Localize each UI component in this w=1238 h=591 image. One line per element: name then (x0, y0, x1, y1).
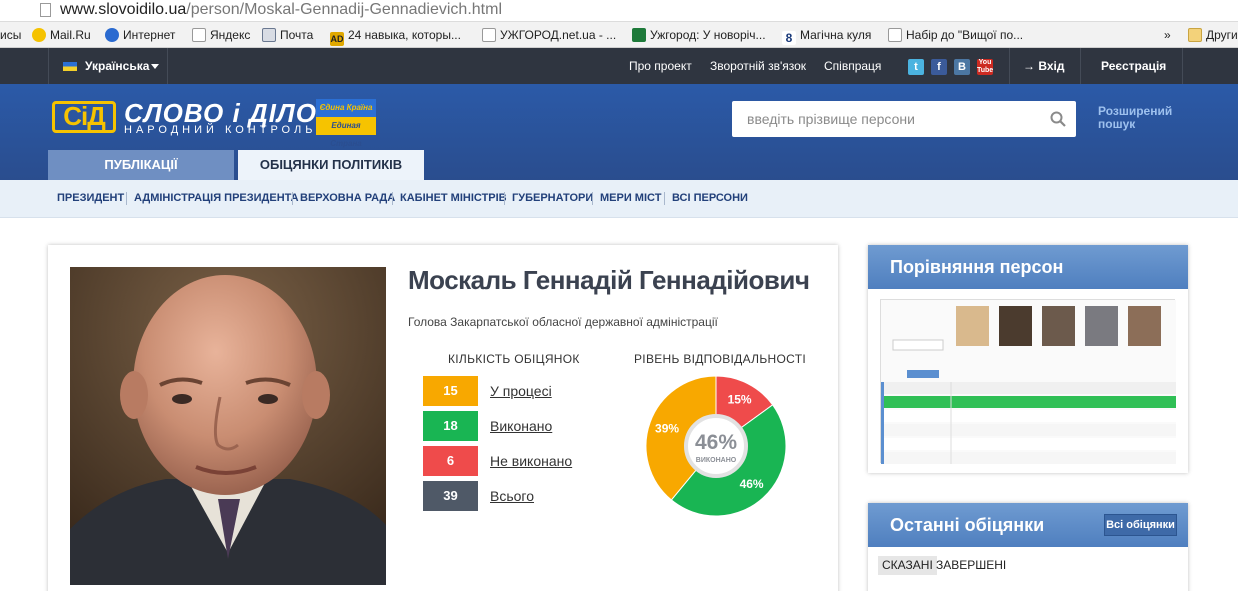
compare-persons-header: Порівняння персон (868, 245, 1188, 289)
filter-completed[interactable]: ЗАВЕРШЕНІ (932, 556, 1010, 575)
category-nav: ПРЕЗИДЕНТ АДМІНІСТРАЦІЯ ПРЕЗИДЕНТА ВЕРХО… (0, 180, 1238, 218)
nav-city-mayors[interactable]: МЕРИ МІСТ (600, 192, 661, 204)
divider (292, 192, 293, 205)
comparison-preview-image[interactable] (880, 299, 1176, 464)
nav-cabinet-of-ministers[interactable]: КАБІНЕТ МІНІСТРІВ (400, 192, 507, 204)
donut-slice-label: 39% (655, 421, 679, 435)
url-domain: www.slovoidilo.ua (60, 1, 187, 18)
bookmark-folder[interactable]: Другие (1188, 28, 1238, 42)
eight-ball-icon: 8 (782, 31, 796, 45)
site-icon (632, 28, 646, 42)
completed-count: 18 (423, 411, 478, 441)
recent-promises-title: Останні обіцянки (890, 515, 1045, 535)
divider (592, 192, 593, 205)
bookmarks-overflow-button[interactable]: » (1164, 28, 1171, 42)
compare-persons-widget: Порівняння персон (868, 245, 1188, 473)
person-role: Голова Закарпатської обласної державної … (408, 315, 718, 329)
bookmark-item[interactable]: исы (0, 28, 21, 42)
compare-persons-title[interactable]: Порівняння персон (890, 257, 1063, 278)
nav-presidential-administration[interactable]: АДМІНІСТРАЦІЯ ПРЕЗИДЕНТА (134, 192, 299, 204)
divider (1009, 48, 1010, 84)
tab-publications[interactable]: ПУБЛІКАЦІЇ (48, 150, 234, 180)
total-link[interactable]: Всього (490, 488, 534, 504)
person-name: Москаль Геннадій Геннадійович (408, 265, 810, 295)
about-link[interactable]: Про проект (629, 59, 692, 73)
page-icon (40, 3, 51, 17)
search-icon[interactable] (1050, 111, 1066, 127)
bookmarks-bar: исы Mail.Ru Интернет Яндекс Почта AD 24 н… (0, 22, 1238, 48)
folder-icon (1188, 28, 1202, 42)
globe-icon (105, 28, 119, 42)
person-search-input[interactable] (732, 101, 1042, 137)
nav-all-persons[interactable]: ВСІ ПЕРСОНИ (672, 192, 748, 204)
twitter-icon[interactable]: t (908, 59, 924, 75)
in-progress-count: 15 (423, 376, 478, 406)
mail-icon (262, 28, 276, 42)
divider (392, 192, 393, 205)
bookmark-item[interactable]: 8 Магічна куля (782, 28, 871, 45)
logo-subtitle: НАРОДНИЙ КОНТРОЛЬ (124, 124, 317, 136)
divider (126, 192, 127, 205)
url-path: /person/Moskal-Gennadij-Gennadievich.htm… (186, 1, 502, 18)
not-completed-count: 6 (423, 446, 478, 476)
browser-url-bar[interactable]: www.slovoidilo.ua/person/Moskal-Gennadij… (0, 0, 1238, 22)
divider (1182, 48, 1183, 84)
bookmark-item[interactable]: AD 24 навыка, которы... (330, 28, 461, 46)
page-icon (192, 28, 206, 42)
nav-governors[interactable]: ГУБЕРНАТОРИ (512, 192, 593, 204)
chevron-down-icon (151, 64, 159, 69)
bookmark-item[interactable]: Mail.Ru (32, 28, 91, 42)
divider (1080, 48, 1081, 84)
page-icon (888, 28, 902, 42)
advanced-search-link[interactable]: Розширений пошук (1098, 105, 1172, 131)
tab-politician-promises[interactable]: ОБІЦЯНКИ ПОЛІТИКІВ (238, 150, 424, 180)
all-promises-button[interactable]: Всі обіцянки (1104, 514, 1177, 536)
site-header: СіД СЛОВО і ДІЛО НАРОДНИЙ КОНТРОЛЬ Єдина… (0, 84, 1238, 180)
vkontakte-icon[interactable]: B (954, 59, 970, 75)
page-icon (482, 28, 496, 42)
not-completed-link[interactable]: Не виконано (490, 453, 572, 469)
in-progress-link[interactable]: У процесі (490, 383, 552, 399)
donut-slice-label: 15% (728, 393, 752, 407)
youtube-icon[interactable]: You Tube (977, 59, 993, 75)
unity-badge: Єдина Країна Единая Страна (316, 99, 376, 148)
bookmark-item[interactable]: УЖГОРОД.net.ua - ... (482, 28, 616, 42)
mailru-icon (32, 28, 46, 42)
login-link[interactable]: → Вхід (1023, 59, 1064, 73)
promise-count-title: КІЛЬКІСТЬ ОБІЦЯНОК (448, 352, 580, 366)
bookmark-item[interactable]: Ужгород: У новоріч... (632, 28, 766, 42)
nav-verkhovna-rada[interactable]: ВЕРХОВНА РАДА (300, 192, 395, 204)
nav-president[interactable]: ПРЕЗИДЕНТ (57, 192, 124, 204)
language-selector[interactable]: Українська (48, 48, 168, 84)
completed-link[interactable]: Виконано (490, 418, 552, 434)
responsibility-donut-chart: 46% ВИКОНАНО 15% 46% 39% (645, 375, 787, 517)
ukraine-flag-icon (63, 62, 77, 71)
page: www.slovoidilo.ua/person/Moskal-Gennadij… (0, 0, 1238, 591)
bookmark-item[interactable]: Интернет (105, 28, 175, 42)
ad-icon: AD (330, 32, 344, 46)
bookmark-item[interactable]: Набір до "Вищої по... (888, 28, 1023, 42)
person-card: Москаль Геннадій Геннадійович Голова Зак… (48, 245, 838, 591)
donut-center-label: ВИКОНАНО (696, 457, 737, 464)
bookmark-item[interactable]: Яндекс (192, 28, 250, 42)
search-box (732, 101, 1076, 137)
register-link[interactable]: Реєстрація (1101, 59, 1166, 73)
bookmark-item[interactable]: Почта (262, 28, 313, 42)
feedback-link[interactable]: Зворотній зв'язок (710, 59, 806, 73)
total-count: 39 (423, 481, 478, 511)
logo-mark[interactable]: СіД (52, 101, 116, 133)
donut-center-value: 46% (695, 431, 737, 454)
cooperation-link[interactable]: Співпраця (824, 59, 881, 73)
facebook-icon[interactable]: f (931, 59, 947, 75)
url-text[interactable]: www.slovoidilo.ua/person/Moskal-Gennadij… (60, 1, 502, 19)
recent-promises-widget: Останні обіцянки Всі обіцянки СКАЗАНІ ЗА… (868, 503, 1188, 591)
responsibility-title: РІВЕНЬ ВІДПОВІДАЛЬНОСТІ (634, 352, 806, 366)
site-top-bar: Українська Про проект Зворотній зв'язок … (0, 48, 1238, 84)
divider (664, 192, 665, 205)
person-photo (70, 267, 386, 585)
divider (504, 192, 505, 205)
filter-said[interactable]: СКАЗАНІ (878, 556, 937, 575)
donut-slice-label: 46% (740, 477, 764, 491)
